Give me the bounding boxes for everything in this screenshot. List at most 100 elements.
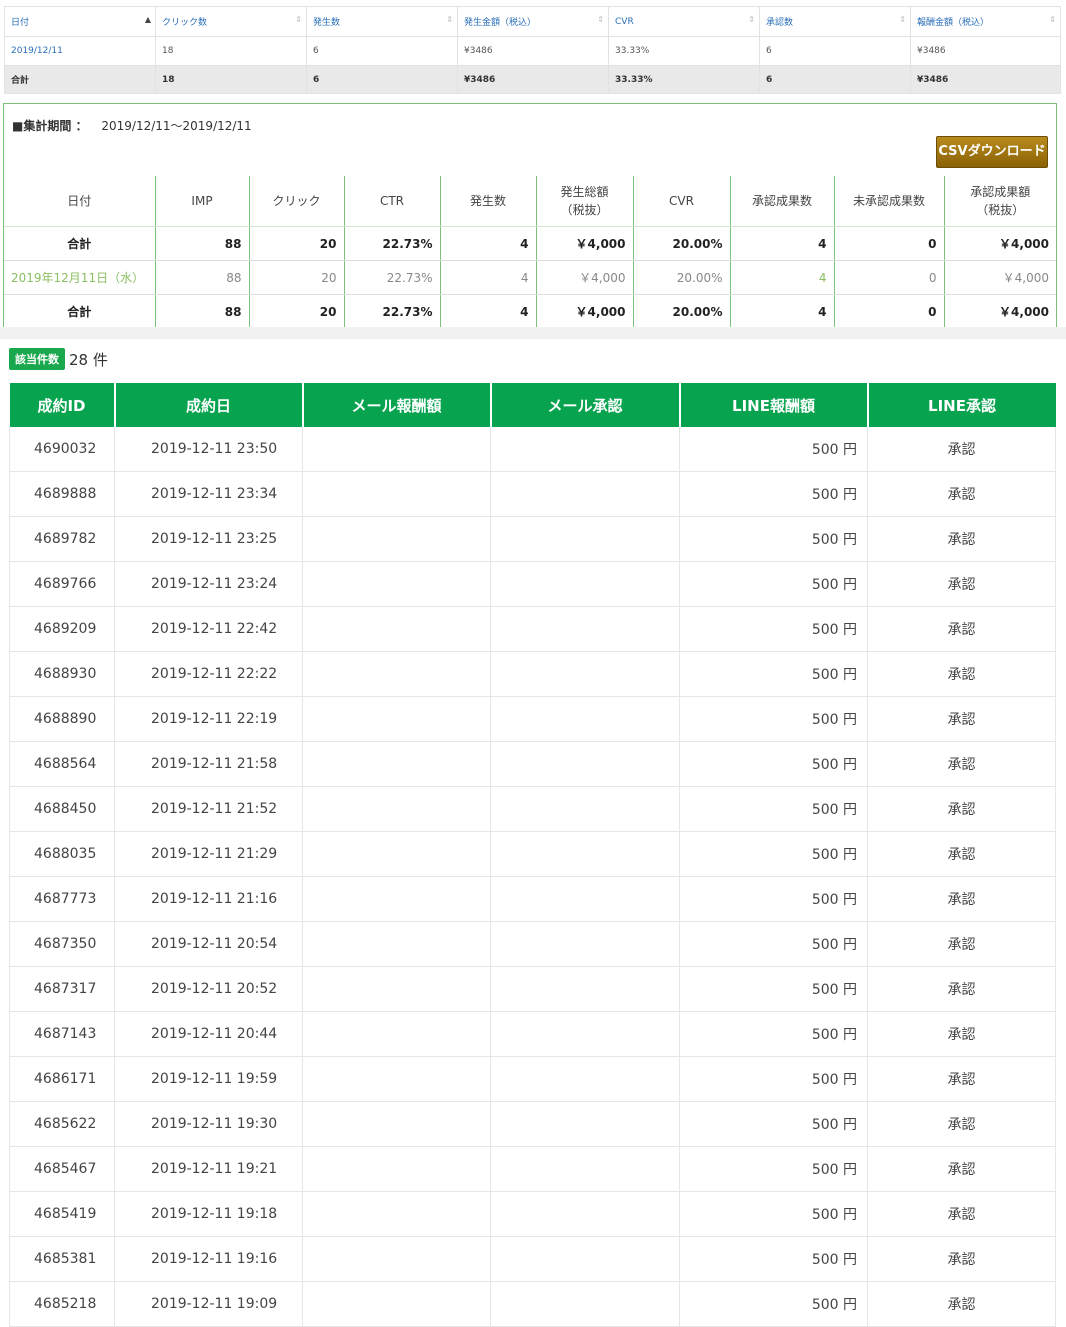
table-row: 4685419 2019-12-11 19:18 500 円承認 [9,1191,1056,1237]
cell-contract-date: 2019-12-11 19:16 [114,1236,303,1282]
daily-date-link[interactable]: 2019年12月11日（水） [4,260,156,295]
sort-asc-icon: ▲ [144,15,151,24]
results-header-row: 成約ID 成約日 メール報酬額 メール承認 LINE報酬額 LINE承認 [9,383,1056,427]
sort-header-date[interactable]: 日付 ▲ [4,6,156,37]
cell-mail-reward [302,1056,491,1102]
cell-approved: 6 [759,65,911,94]
cell-mail-reward [302,1101,491,1147]
cell-mail-approval [490,471,680,517]
cell-line-reward: 500 円 [679,651,868,697]
cell-line-approval: 承認 [867,831,1056,877]
cell-mail-reward [302,471,491,517]
sort-icon: ⇕ [748,15,755,24]
cell-line-reward: 500 円 [679,1146,868,1192]
cell-line-reward: 500 円 [679,831,868,877]
cell-contract-date: 2019-12-11 19:21 [114,1146,303,1192]
cell-line-reward: 500 円 [679,1281,868,1327]
cell-line-reward: 500 円 [679,606,868,652]
cell-mail-reward [302,1236,491,1282]
cell-line-reward: 500 円 [679,921,868,967]
header-total-amount: 発生総額 （税抜） [536,176,634,227]
cell-line-reward: 500 円 [679,741,868,787]
period-value: 2019/12/11～2019/12/11 [101,119,252,133]
cell-contract-id: 4689209 [9,606,115,652]
cell-line-reward: 500 円 [679,786,868,832]
sort-header-conversions[interactable]: 発生数 ⇕ [306,6,458,37]
cell-mail-approval [490,516,680,562]
cell-mail-reward [302,651,491,697]
cell-total-label: 合計 [4,65,156,94]
cell-mail-reward [302,606,491,652]
approved-count-link[interactable]: 4 [730,260,835,295]
cell-conversions: 4 [440,226,537,261]
header-contract-id: 成約ID [9,383,116,427]
sort-header-reward[interactable]: 報酬金額（税込） ⇕ [910,6,1061,37]
cell-mail-reward [302,876,491,922]
sort-icon: ⇕ [597,15,604,24]
cell-contract-id: 4690032 [9,427,115,472]
cell-unapproved-count: 0 [834,294,945,328]
cell-reward: ¥3486 [910,36,1061,66]
cell-line-approval: 承認 [867,427,1056,472]
table-row: 4690032 2019-12-11 23:50 500 円承認 [9,427,1056,472]
sort-icon: ⇕ [295,15,302,24]
date-link[interactable]: 2019/12/11 [4,36,156,66]
cell-line-approval: 承認 [867,741,1056,787]
cell-line-approval: 承認 [867,561,1056,607]
cell-contract-id: 4688450 [9,786,115,832]
cell-contract-date: 2019-12-11 23:34 [114,471,303,517]
period-report-panel: ■集計期間 ： 2019/12/11～2019/12/11 CSVダウンロード … [3,103,1057,328]
cell-contract-date: 2019-12-11 22:42 [114,606,303,652]
summary-total-row: 合計 18 6 ¥3486 33.33% 6 ¥3486 [4,65,1061,94]
cell-imp: 88 [155,294,250,328]
cell-amount: ¥3486 [457,65,609,94]
cell-contract-id: 4685381 [9,1236,115,1282]
sort-header-approved[interactable]: 承認数 ⇕ [759,6,911,37]
cell-mail-reward [302,921,491,967]
cell-mail-approval [490,921,680,967]
cell-approved-count: 4 [730,226,835,261]
cell-contract-date: 2019-12-11 20:54 [114,921,303,967]
cell-line-reward: 500 円 [679,427,868,472]
cell-conversions: 4 [440,260,537,295]
table-row: 4685381 2019-12-11 19:16 500 円承認 [9,1236,1056,1282]
header-line-approval: LINE承認 [867,383,1056,427]
csv-download-button[interactable]: CSVダウンロード [936,136,1048,168]
sort-header-cvr[interactable]: CVR ⇕ [608,6,760,37]
table-row: 4688450 2019-12-11 21:52 500 円承認 [9,786,1056,832]
cell-click: 20 [249,226,345,261]
table-row: 4689209 2019-12-11 22:42 500 円承認 [9,606,1056,652]
cell-contract-id: 4687317 [9,966,115,1012]
sort-header-clicks[interactable]: クリック数 ⇕ [155,6,307,37]
cell-mail-reward [302,1011,491,1057]
table-row: 4687773 2019-12-11 21:16 500 円承認 [9,876,1056,922]
cell-cvr: 33.33% [608,65,760,94]
header-unapproved-count: 未承認成果数 [834,176,945,227]
cell-contract-date: 2019-12-11 20:52 [114,966,303,1012]
sort-header-amount[interactable]: 発生金額（税込） ⇕ [457,6,609,37]
cell-conversions: 4 [440,294,537,328]
cell-line-approval: 承認 [867,696,1056,742]
summary-header-row: 日付 ▲ クリック数 ⇕ 発生数 ⇕ 発生金額（税込） ⇕ CVR ⇕ 承認数 ⇕ 報酬金額… [4,6,1061,37]
results-section: 該当件数 28 件 成約ID 成約日 メール報酬額 メール承認 LINE報酬額 … [9,347,1056,1327]
cell-cvr: 20.00% [633,294,731,328]
cell-ctr: 22.73% [344,294,441,328]
cell-contract-id: 4686171 [9,1056,115,1102]
cell-mail-reward [302,786,491,832]
header-label: CVR [615,16,634,27]
cell-mail-approval [490,786,680,832]
cell-cvr: 20.00% [633,226,731,261]
header-approved-count: 承認成果数 [730,176,835,227]
cell-conversions: 6 [306,65,458,94]
cell-contract-date: 2019-12-11 23:50 [114,427,303,472]
result-count-badge: 該当件数 [9,348,65,370]
cell-reward: ¥3486 [910,65,1061,94]
cell-line-reward: 500 円 [679,1056,868,1102]
cell-contract-date: 2019-12-11 19:09 [114,1281,303,1327]
table-row: 4685622 2019-12-11 19:30 500 円承認 [9,1101,1056,1147]
cell-total-amount: ￥4,000 [536,294,634,328]
cell-line-approval: 承認 [867,966,1056,1012]
cell-mail-approval [490,1146,680,1192]
cell-line-approval: 承認 [867,516,1056,562]
cell-clicks: 18 [155,65,307,94]
